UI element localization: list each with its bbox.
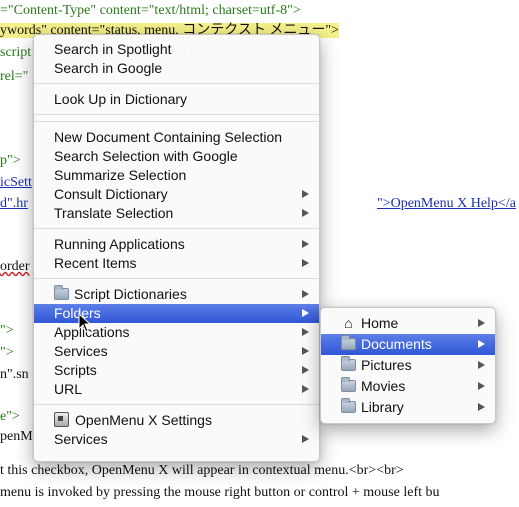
menu-item-services[interactable]: Services bbox=[34, 342, 319, 361]
menu-item-summarize-selection[interactable]: Summarize Selection bbox=[34, 166, 319, 185]
editor-line: ">OpenMenu X Help</a bbox=[377, 196, 516, 211]
menu-item-label: Running Applications bbox=[54, 236, 185, 252]
menu-item-translate-selection[interactable]: Translate Selection bbox=[34, 204, 319, 223]
menu-item-label: Consult Dictionary bbox=[54, 186, 168, 202]
menu-separator bbox=[34, 228, 319, 229]
submenu-arrow-icon bbox=[302, 435, 309, 443]
menu-item-label: Search in Google bbox=[54, 60, 163, 76]
submenu-arrow-icon bbox=[478, 382, 485, 390]
menu-item-label: OpenMenu X Settings bbox=[75, 412, 212, 428]
folder-icon bbox=[341, 377, 356, 392]
editor-line: rel=" bbox=[0, 69, 29, 84]
menu-item-label: Script Dictionaries bbox=[74, 286, 187, 302]
editor-line: icSett bbox=[0, 175, 32, 190]
menu-item-services[interactable]: Services bbox=[34, 430, 319, 449]
submenu-arrow-icon bbox=[478, 319, 485, 327]
menu-item-search-in-google[interactable]: Search in Google bbox=[34, 59, 319, 78]
folder-item-label: Library bbox=[361, 399, 404, 415]
menu-separator bbox=[34, 114, 319, 115]
menu-item-label: Services bbox=[54, 431, 108, 447]
menu-item-label: Recent Items bbox=[54, 255, 137, 271]
menu-item-url[interactable]: URL bbox=[34, 380, 319, 399]
settings-icon bbox=[54, 412, 69, 427]
submenu-arrow-icon bbox=[302, 366, 309, 374]
folder-icon bbox=[341, 356, 356, 371]
submenu-arrow-icon bbox=[478, 361, 485, 369]
folder-item-label: Documents bbox=[361, 336, 432, 352]
folder-item-library[interactable]: Library bbox=[321, 397, 495, 418]
menu-item-folders[interactable]: Folders bbox=[34, 304, 319, 323]
submenu-arrow-icon bbox=[302, 290, 309, 298]
menu-item-label: New Document Containing Selection bbox=[54, 129, 283, 145]
editor-line: "> bbox=[0, 323, 14, 338]
submenu-arrow-icon bbox=[478, 340, 485, 348]
folder-item-pictures[interactable]: Pictures bbox=[321, 355, 495, 376]
menu-item-consult-dictionary[interactable]: Consult Dictionary bbox=[34, 185, 319, 204]
folder-icon bbox=[341, 398, 356, 413]
menu-item-scripts[interactable]: Scripts bbox=[34, 361, 319, 380]
submenu-arrow-icon bbox=[302, 240, 309, 248]
menu-separator bbox=[34, 121, 319, 122]
folder-icon bbox=[54, 285, 69, 300]
mouse-pointer-icon bbox=[78, 313, 92, 333]
menu-item-recent-items[interactable]: Recent Items bbox=[34, 254, 319, 273]
submenu-arrow-icon bbox=[302, 209, 309, 217]
menu-item-look-up-in-dictionary[interactable]: Look Up in Dictionary bbox=[34, 90, 319, 109]
context-menu: Search in Spotlight Search in Google Look … bbox=[33, 34, 320, 462]
menu-separator bbox=[34, 404, 319, 405]
menu-item-openmenu-x-settings[interactable]: OpenMenu X Settings bbox=[34, 411, 319, 430]
menu-item-label: URL bbox=[54, 381, 83, 397]
submenu-arrow-icon bbox=[302, 259, 309, 267]
menu-item-label: Summarize Selection bbox=[54, 167, 187, 183]
submenu-arrow-icon bbox=[302, 347, 309, 355]
submenu-arrow-icon bbox=[302, 190, 309, 198]
menu-item-running-applications[interactable]: Running Applications bbox=[34, 235, 319, 254]
submenu-arrow-icon bbox=[302, 328, 309, 336]
editor-line: p"> bbox=[0, 153, 21, 168]
menu-item-label: Services bbox=[54, 343, 108, 359]
folder-item-label: Home bbox=[361, 315, 399, 331]
submenu-arrow-icon bbox=[478, 403, 485, 411]
menu-item-new-document-containing-selection[interactable]: New Document Containing Selection bbox=[34, 128, 319, 147]
menu-separator bbox=[34, 83, 319, 84]
editor-line: t this checkbox, OpenMenu X will appear … bbox=[0, 463, 404, 478]
folder-item-label: Pictures bbox=[361, 357, 412, 373]
folder-item-label: Movies bbox=[361, 378, 406, 394]
folder-item-home[interactable]: ⌂ Home bbox=[321, 313, 495, 334]
folder-item-movies[interactable]: Movies bbox=[321, 376, 495, 397]
submenu-arrow-icon bbox=[302, 309, 309, 317]
menu-item-search-in-spotlight[interactable]: Search in Spotlight bbox=[34, 40, 319, 59]
menu-item-script-dictionaries[interactable]: Script Dictionaries bbox=[34, 285, 319, 304]
folder-icon bbox=[341, 335, 356, 350]
menu-item-label: Translate Selection bbox=[54, 205, 174, 221]
editor-line: n".sn bbox=[0, 367, 29, 382]
editor-line: menu is invoked by pressing the mouse ri… bbox=[0, 485, 440, 500]
folder-item-documents[interactable]: Documents bbox=[321, 334, 495, 355]
menu-separator bbox=[34, 278, 319, 279]
menu-item-label: Scripts bbox=[54, 362, 97, 378]
menu-item-label: Search Selection with Google bbox=[54, 148, 238, 164]
menu-item-search-selection-with-google[interactable]: Search Selection with Google bbox=[34, 147, 319, 166]
editor-line: d".hr bbox=[0, 196, 28, 211]
menu-item-applications[interactable]: Applications bbox=[34, 323, 319, 342]
editor-line: e"> bbox=[0, 409, 20, 424]
folders-submenu: ⌂ Home Documents Pictures Movies Library bbox=[320, 307, 496, 424]
home-icon: ⌂ bbox=[344, 315, 353, 331]
editor-line: ="Content-Type" content="text/html; char… bbox=[0, 3, 301, 18]
menu-item-label: Search in Spotlight bbox=[54, 41, 172, 57]
editor-line: "> bbox=[0, 345, 14, 360]
menu-item-label: Look Up in Dictionary bbox=[54, 91, 188, 107]
submenu-arrow-icon bbox=[302, 385, 309, 393]
editor-line: order bbox=[0, 259, 30, 274]
